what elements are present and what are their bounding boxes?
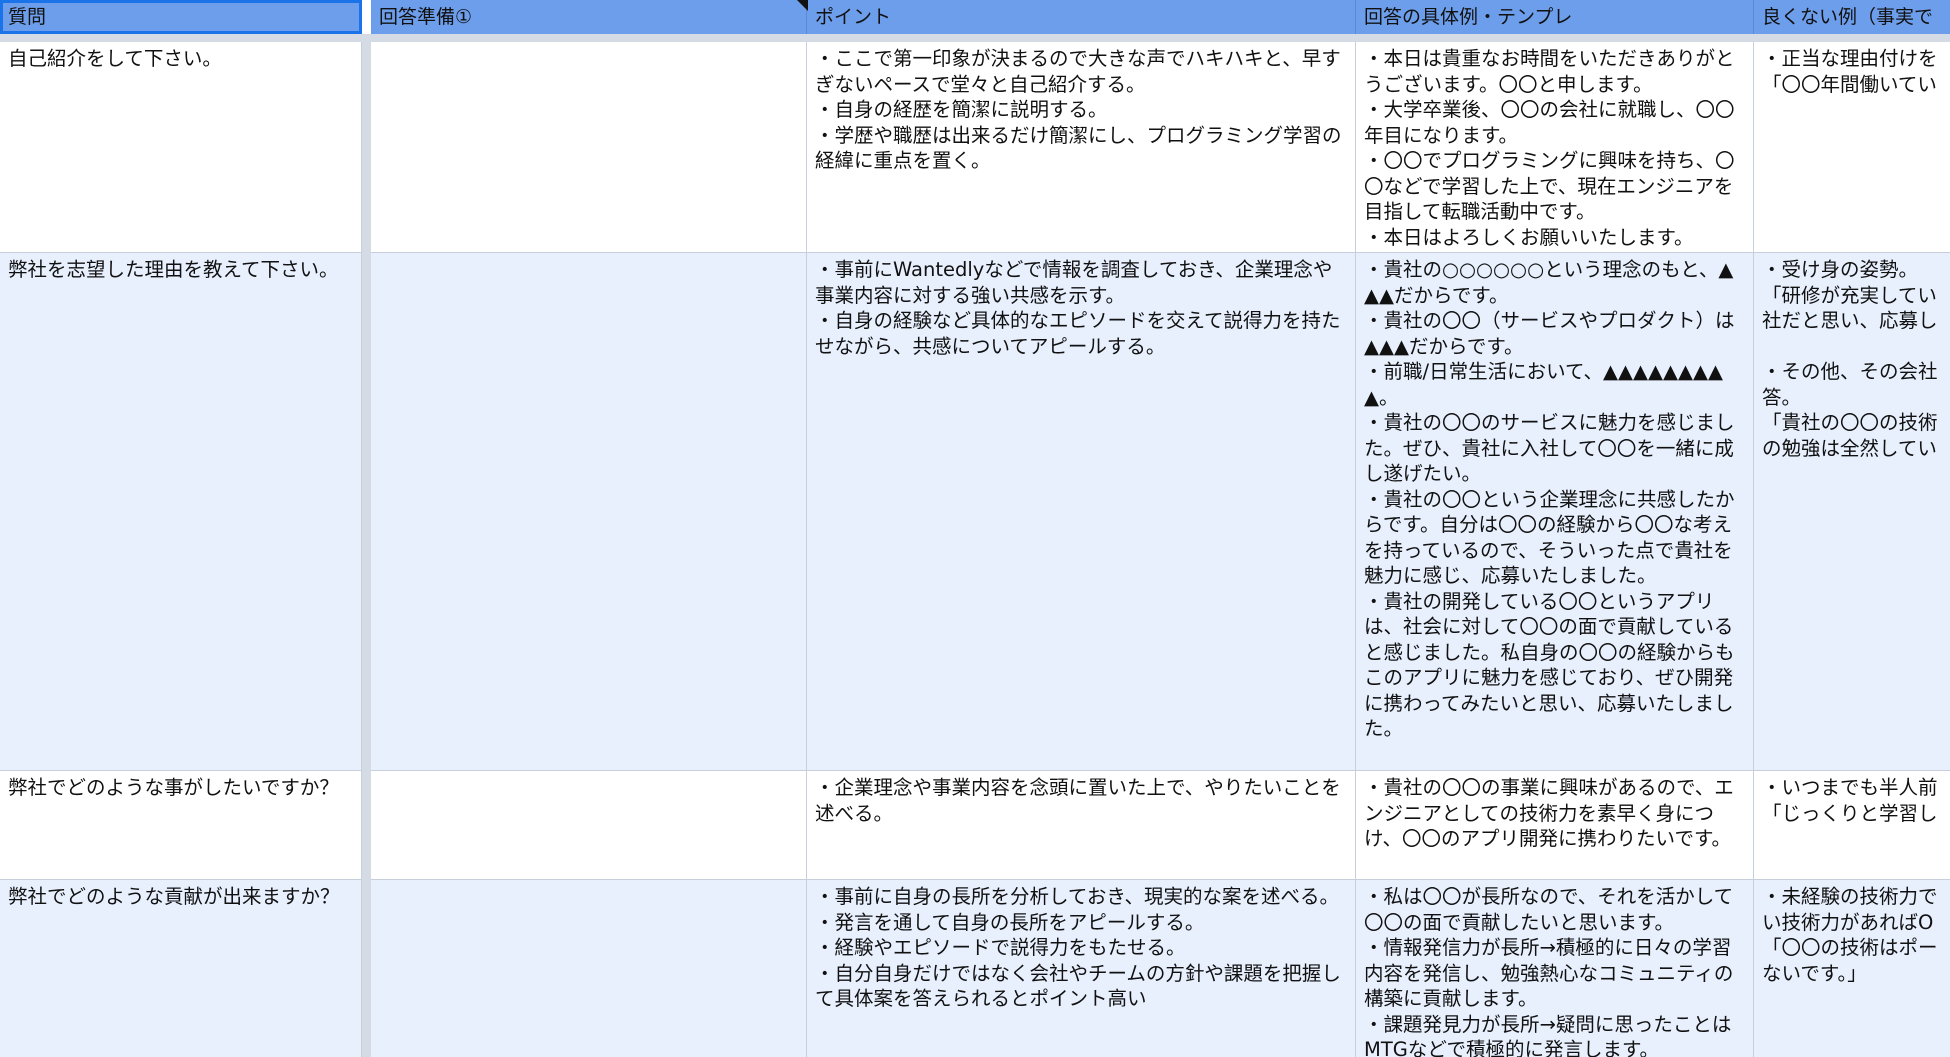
example-cell[interactable]: ・私は〇〇が長所なので、それを活かして〇〇の面で貢献したいと思います。 ・情報発…	[1356, 880, 1754, 1057]
example-cell[interactable]: ・本日は貴重なお時間をいただきありがとうございます。〇〇と申します。 ・大学卒業…	[1356, 42, 1754, 252]
header-cell-bad-example[interactable]: 良くない例（事実で	[1754, 0, 1950, 34]
table-row: 弊社でどのような貢献が出来ますか？ ・事前に自身の長所を分析しておき、現実的な案…	[0, 880, 1950, 1057]
point-cell[interactable]: ・企業理念や事業内容を念頭に置いた上で、やりたいことを述べる。	[807, 771, 1356, 879]
example-cell[interactable]: ・貴社の〇〇の事業に興味があるので、エンジニアとしての技術力を素早く身につけ、〇…	[1356, 771, 1754, 879]
frozen-column-divider[interactable]	[362, 42, 371, 1057]
table-row: 自己紹介をして下さい。 ・ここで第一印象が決まるので大きな声でハキハキと、早すぎ…	[0, 42, 1950, 253]
prep-cell[interactable]	[371, 771, 807, 879]
comment-indicator-icon[interactable]	[797, 0, 808, 11]
bad-example-cell[interactable]: ・いつまでも半人前 「じっくりと学習し	[1754, 771, 1950, 879]
question-cell[interactable]: 弊社でどのような事がしたいですか？	[0, 771, 362, 879]
header-cell-question[interactable]: 質問	[0, 0, 362, 34]
bad-example-cell[interactable]: ・正当な理由付けを 「〇〇年間働いてい	[1754, 42, 1950, 252]
point-cell[interactable]: ・事前に自身の長所を分析しておき、現実的な案を述べる。 ・発言を通して自身の長所…	[807, 880, 1356, 1057]
header-cell-point[interactable]: ポイント	[807, 0, 1356, 34]
prep-cell[interactable]	[371, 880, 807, 1057]
bad-example-cell[interactable]: ・受け身の姿勢。 「研修が充実してい 社だと思い、応募し ・その他、その会社 答…	[1754, 253, 1950, 770]
question-cell[interactable]: 弊社を志望した理由を教えて下さい。	[0, 253, 362, 770]
bad-example-cell[interactable]: ・未経験の技術力で い技術力があればO 「〇〇の技術はポー ないです。」	[1754, 880, 1950, 1057]
table-row: 弊社でどのような事がしたいですか？ ・企業理念や事業内容を念頭に置いた上で、やり…	[0, 771, 1950, 880]
spreadsheet: 質問 回答準備① ポイント 回答の具体例・テンプレ 良くない例（事実で 自己紹介…	[0, 0, 1950, 1057]
question-cell[interactable]: 自己紹介をして下さい。	[0, 42, 362, 252]
table-row: 弊社を志望した理由を教えて下さい。 ・事前にWantedlyなどで情報を調査して…	[0, 253, 1950, 771]
question-cell[interactable]: 弊社でどのような貢献が出来ますか？	[0, 880, 362, 1057]
example-cell[interactable]: ・貴社の○○○○○○という理念のもと、▲▲▲だからです。 ・貴社の〇〇（サービス…	[1356, 253, 1754, 770]
point-cell[interactable]: ・ここで第一印象が決まるので大きな声でハキハキと、早すぎないペースで堂々と自己紹…	[807, 42, 1356, 252]
header-cell-example[interactable]: 回答の具体例・テンプレ	[1356, 0, 1754, 34]
prep-cell[interactable]	[371, 253, 807, 770]
point-cell[interactable]: ・事前にWantedlyなどで情報を調査しておき、企業理念や事業内容に対する強い…	[807, 253, 1356, 770]
prep-cell[interactable]	[371, 42, 807, 252]
frozen-row-divider[interactable]	[0, 34, 1950, 42]
header-cell-prep1[interactable]: 回答準備①	[371, 0, 807, 34]
